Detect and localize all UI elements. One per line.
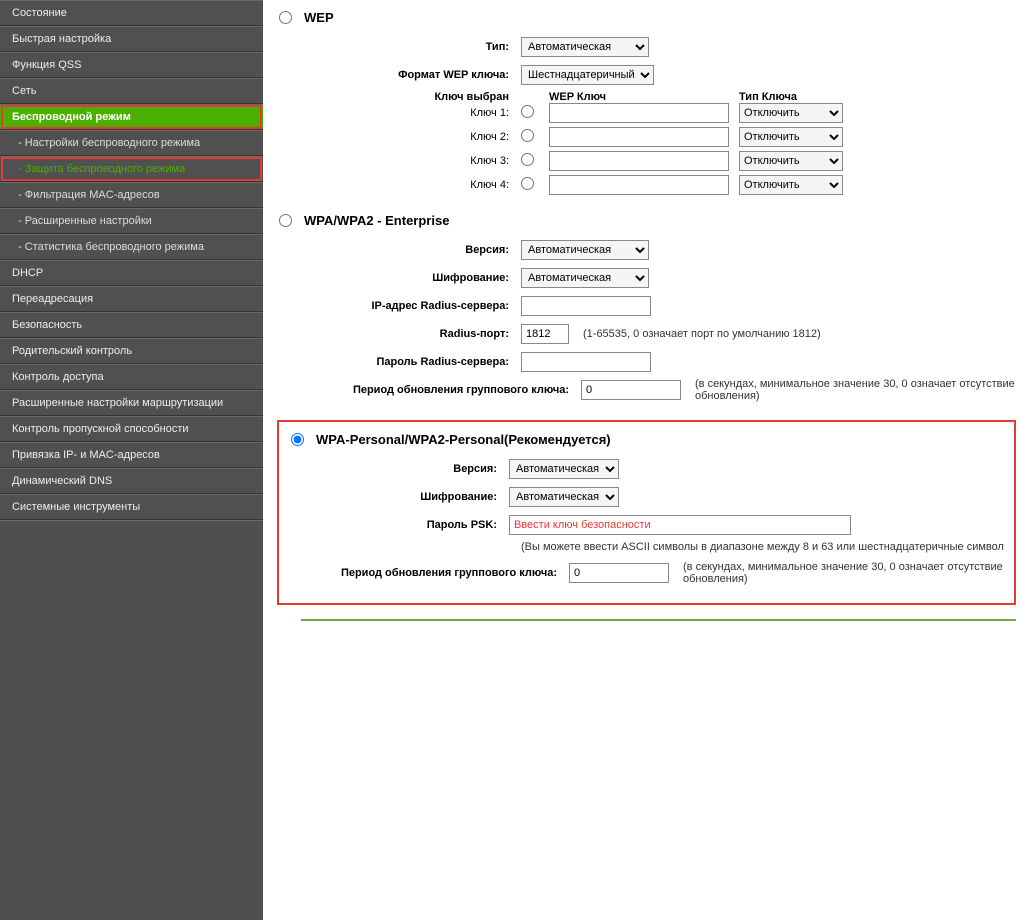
ent-gk-label: Период обновления группового ключа: [301, 384, 581, 396]
ent-radius-port-hint: (1-65535, 0 означает порт по умолчанию 1… [583, 328, 821, 340]
wep-key1-label: Ключ 1: [301, 107, 521, 119]
sidebar-empty [0, 520, 263, 920]
wep-key-row-4: Ключ 4: Отключить [301, 175, 1016, 195]
sidebar-item-wireless-settings[interactable]: - Настройки беспроводного режима [0, 130, 263, 156]
pers-gk-hint: (в секундах, минимальное значение 30, 0 … [683, 561, 1004, 585]
sidebar-item-system-tools[interactable]: Системные инструменты [0, 494, 263, 520]
ent-version-label: Версия: [301, 244, 521, 256]
enterprise-title: WPA/WPA2 - Enterprise [304, 213, 449, 228]
ent-radius-ip-label: IP-адрес Radius-сервера: [301, 300, 521, 312]
sidebar-item-status[interactable]: Состояние [0, 0, 263, 26]
wep-col-key: WEP Ключ [549, 91, 739, 103]
wep-type-label: Тип: [301, 41, 521, 53]
ent-radius-port-label: Radius-порт: [301, 328, 521, 340]
pers-psk-label: Пароль PSK: [289, 519, 509, 531]
ent-cipher-label: Шифрование: [301, 272, 521, 284]
wep-col-selected: Ключ выбран [301, 91, 521, 103]
sidebar-item-dhcp[interactable]: DHCP [0, 260, 263, 286]
wep-key1-radio[interactable] [521, 105, 534, 118]
personal-section: WPA-Personal/WPA2-Personal(Рекомендуется… [277, 420, 1016, 605]
sidebar-item-routing[interactable]: Расширенные настройки маршрутизации [0, 390, 263, 416]
pers-version-label: Версия: [289, 463, 509, 475]
sidebar: Состояние Быстрая настройка Функция QSS … [0, 0, 263, 635]
wep-format-select[interactable]: Шестнадцатеричный [521, 65, 654, 85]
sidebar-item-advanced[interactable]: - Расширенные настройки [0, 208, 263, 234]
wep-key-row-3: Ключ 3: Отключить [301, 151, 1016, 171]
sidebar-item-qss[interactable]: Функция QSS [0, 52, 263, 78]
personal-radio[interactable] [291, 433, 304, 446]
sidebar-item-ddns[interactable]: Динамический DNS [0, 468, 263, 494]
sidebar-item-security[interactable]: Безопасность [0, 312, 263, 338]
ent-cipher-select[interactable]: Автоматическая [521, 268, 649, 288]
wep-key3-radio[interactable] [521, 153, 534, 166]
personal-title: WPA-Personal/WPA2-Personal(Рекомендуется… [316, 432, 611, 447]
wep-section: WEP Тип: Автоматическая Формат WEP ключа… [301, 10, 1016, 195]
main-content: WEP Тип: Автоматическая Формат WEP ключа… [263, 0, 1036, 635]
sidebar-item-parental[interactable]: Родительский контроль [0, 338, 263, 364]
wep-key2-type[interactable]: Отключить [739, 127, 843, 147]
sidebar-item-network[interactable]: Сеть [0, 78, 263, 104]
wep-key2-radio[interactable] [521, 129, 534, 142]
sidebar-item-quick-setup[interactable]: Быстрая настройка [0, 26, 263, 52]
wep-key3-label: Ключ 3: [301, 155, 521, 167]
wep-key1-type[interactable]: Отключить [739, 103, 843, 123]
ent-radius-ip-input[interactable] [521, 296, 651, 316]
sidebar-item-ip-mac-binding[interactable]: Привязка IP- и MAC-адресов [0, 442, 263, 468]
ent-version-select[interactable]: Автоматическая [521, 240, 649, 260]
wep-format-label: Формат WEP ключа: [301, 69, 521, 81]
sidebar-item-wireless[interactable]: Беспроводной режим [0, 104, 263, 130]
wep-key4-type[interactable]: Отключить [739, 175, 843, 195]
wep-title: WEP [304, 10, 334, 25]
sidebar-item-bandwidth[interactable]: Контроль пропускной способности [0, 416, 263, 442]
ent-radius-pass-input[interactable] [521, 352, 651, 372]
pers-version-select[interactable]: Автоматическая [509, 459, 619, 479]
ent-gk-input[interactable] [581, 380, 681, 400]
wep-key4-radio[interactable] [521, 177, 534, 190]
wep-key4-label: Ключ 4: [301, 179, 521, 191]
pers-psk-hint: (Вы можете ввести ASCII символы в диапаз… [289, 541, 1004, 553]
wep-key3-input[interactable] [549, 151, 729, 171]
separator [301, 619, 1016, 621]
pers-cipher-label: Шифрование: [289, 491, 509, 503]
wep-key-row-2: Ключ 2: Отключить [301, 127, 1016, 147]
wep-radio[interactable] [279, 11, 292, 24]
wep-col-type: Тип Ключа [739, 91, 859, 103]
sidebar-item-forwarding[interactable]: Переадресация [0, 286, 263, 312]
ent-radius-pass-label: Пароль Radius-сервера: [301, 356, 521, 368]
wep-key2-input[interactable] [549, 127, 729, 147]
pers-gk-label: Период обновления группового ключа: [289, 567, 569, 579]
wep-type-select[interactable]: Автоматическая [521, 37, 649, 57]
wep-key3-type[interactable]: Отключить [739, 151, 843, 171]
sidebar-item-access-control[interactable]: Контроль доступа [0, 364, 263, 390]
wep-key-row-1: Ключ 1: Отключить [301, 103, 1016, 123]
sidebar-item-wireless-security[interactable]: - Защита беспроводного режима [0, 156, 263, 182]
sidebar-item-wireless-stats[interactable]: - Статистика беспроводного режима [0, 234, 263, 260]
sidebar-item-mac-filter[interactable]: - Фильтрация MAC-адресов [0, 182, 263, 208]
enterprise-radio[interactable] [279, 214, 292, 227]
pers-gk-input[interactable] [569, 563, 669, 583]
ent-gk-hint: (в секундах, минимальное значение 30, 0 … [695, 378, 1016, 402]
pers-cipher-select[interactable]: Автоматическая [509, 487, 619, 507]
wep-key2-label: Ключ 2: [301, 131, 521, 143]
wep-key4-input[interactable] [549, 175, 729, 195]
pers-psk-input[interactable] [509, 515, 851, 535]
ent-radius-port-input[interactable] [521, 324, 569, 344]
wep-key1-input[interactable] [549, 103, 729, 123]
enterprise-section: WPA/WPA2 - Enterprise Версия: Автоматиче… [301, 213, 1016, 402]
